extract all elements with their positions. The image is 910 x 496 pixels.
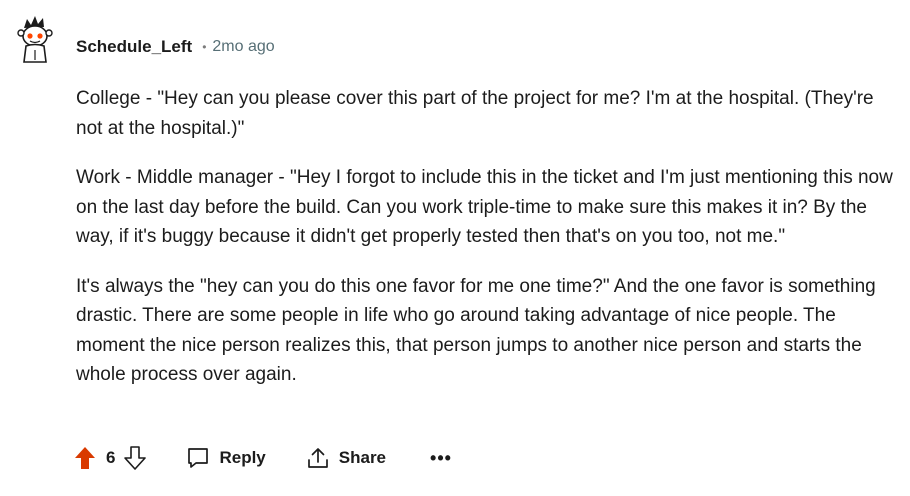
comment-header: Schedule_Left • 2mo ago xyxy=(76,37,275,57)
snoo-avatar-icon xyxy=(17,16,53,63)
upvote-button[interactable] xyxy=(74,446,96,470)
share-upload-icon xyxy=(307,448,328,468)
timestamp[interactable]: 2mo ago xyxy=(212,38,274,56)
avatar[interactable] xyxy=(14,14,58,66)
more-options-button[interactable]: ••• xyxy=(430,448,452,469)
meta-separator: • xyxy=(202,40,207,54)
comment-paragraph: College - "Hey can you please cover this… xyxy=(76,88,874,139)
upvote-arrow-icon xyxy=(75,447,95,469)
comment-paragraph: It's always the "hey can you do this one… xyxy=(76,275,876,386)
comment-paragraph: Work - Middle manager - "Hey I forgot to… xyxy=(76,167,893,247)
reply-button[interactable]: Reply xyxy=(186,446,266,470)
vote-score: 6 xyxy=(106,448,116,467)
ellipsis-icon: ••• xyxy=(430,447,452,468)
comment-body: College - "Hey can you please cover this… xyxy=(76,84,896,410)
comment: Schedule_Left • 2mo ago College - "Hey c… xyxy=(0,0,910,496)
downvote-button[interactable] xyxy=(124,446,147,470)
downvote-arrow-icon xyxy=(124,446,147,470)
share-label: Share xyxy=(338,448,387,467)
speech-bubble-icon xyxy=(188,448,209,468)
comment-action-bar: 6 Reply Share ••• xyxy=(74,442,452,474)
reply-label: Reply xyxy=(219,448,266,467)
share-button[interactable]: Share xyxy=(306,446,386,470)
author-name[interactable]: Schedule_Left xyxy=(76,37,192,57)
